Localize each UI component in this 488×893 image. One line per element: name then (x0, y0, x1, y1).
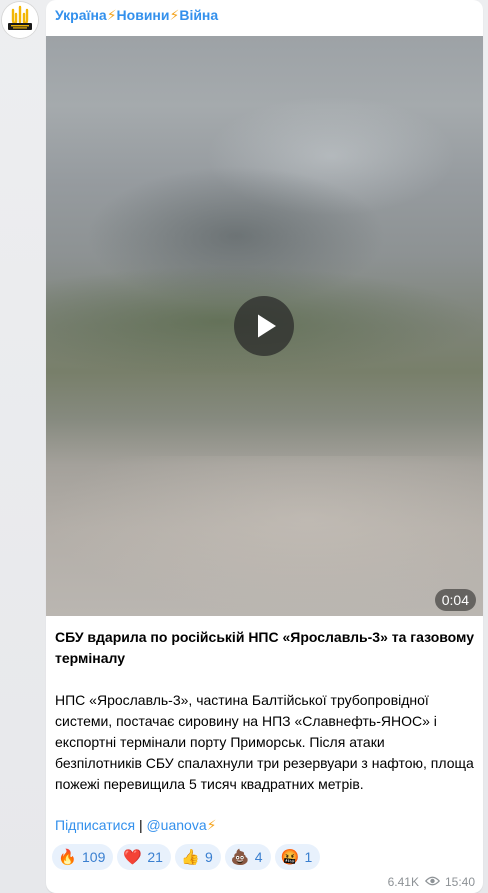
reaction-poop[interactable]: 💩 4 (224, 844, 271, 870)
reaction-count: 1 (304, 849, 313, 865)
reaction-count: 9 (204, 849, 213, 865)
video-duration: 0:04 (434, 589, 476, 611)
angry-face-icon: 🤬 (280, 849, 300, 866)
lightning-icon: ⚡ (169, 7, 180, 23)
lightning-icon: ⚡ (206, 817, 217, 833)
message-time: 15:40 (444, 875, 475, 889)
eye-icon (424, 874, 441, 890)
play-button[interactable] (234, 296, 294, 356)
video-blur-region (46, 456, 483, 616)
post-links: Підписатися | @uanova⚡ (55, 815, 216, 836)
channel-title-part: Україна (55, 7, 107, 23)
view-count: 6.41K (387, 875, 419, 889)
channel-title-part: Війна (179, 7, 219, 23)
channel-title-part: Новини (116, 7, 170, 23)
reaction-angry-face[interactable]: 🤬 1 (274, 844, 321, 870)
reaction-count: 109 (82, 849, 106, 865)
post-title: СБУ вдарила по російській НПС «Ярославль… (55, 629, 474, 666)
thumbs-up-icon: 👍 (180, 849, 200, 866)
subscribe-link[interactable]: Підписатися (55, 817, 135, 833)
trident-logo-icon (2, 2, 38, 38)
video-preview[interactable]: 0:04 (46, 36, 483, 616)
reaction-thumbs-up[interactable]: 👍 9 (174, 844, 221, 870)
message-meta: 6.41K 15:40 (388, 874, 475, 890)
link-separator: | (138, 817, 143, 833)
lightning-icon: ⚡ (106, 7, 117, 23)
reaction-count: 4 (254, 849, 263, 865)
play-icon (258, 314, 276, 338)
heart-icon: ❤️ (123, 849, 143, 866)
handle-link[interactable]: @uanova (146, 817, 206, 833)
message-bubble: Україна⚡Новини⚡Війна 0:04 СБУ вдарила по… (46, 0, 483, 893)
post-body: НПС «Ярославль-3», частина Балтійської т… (55, 692, 474, 792)
reaction-count: 21 (147, 849, 163, 865)
fire-icon: 🔥 (58, 849, 77, 866)
channel-title[interactable]: Україна⚡Новини⚡Війна (55, 7, 218, 25)
channel-avatar[interactable] (2, 2, 38, 38)
reactions-bar: 🔥 109 ❤️ 21 👍 9 💩 4 🤬 1 (52, 844, 324, 870)
reaction-heart[interactable]: ❤️ 21 (117, 844, 171, 870)
reaction-fire[interactable]: 🔥 109 (52, 844, 114, 870)
poop-icon: 💩 (230, 849, 250, 866)
post-text: СБУ вдарила по російській НПС «Ярославль… (55, 627, 475, 795)
